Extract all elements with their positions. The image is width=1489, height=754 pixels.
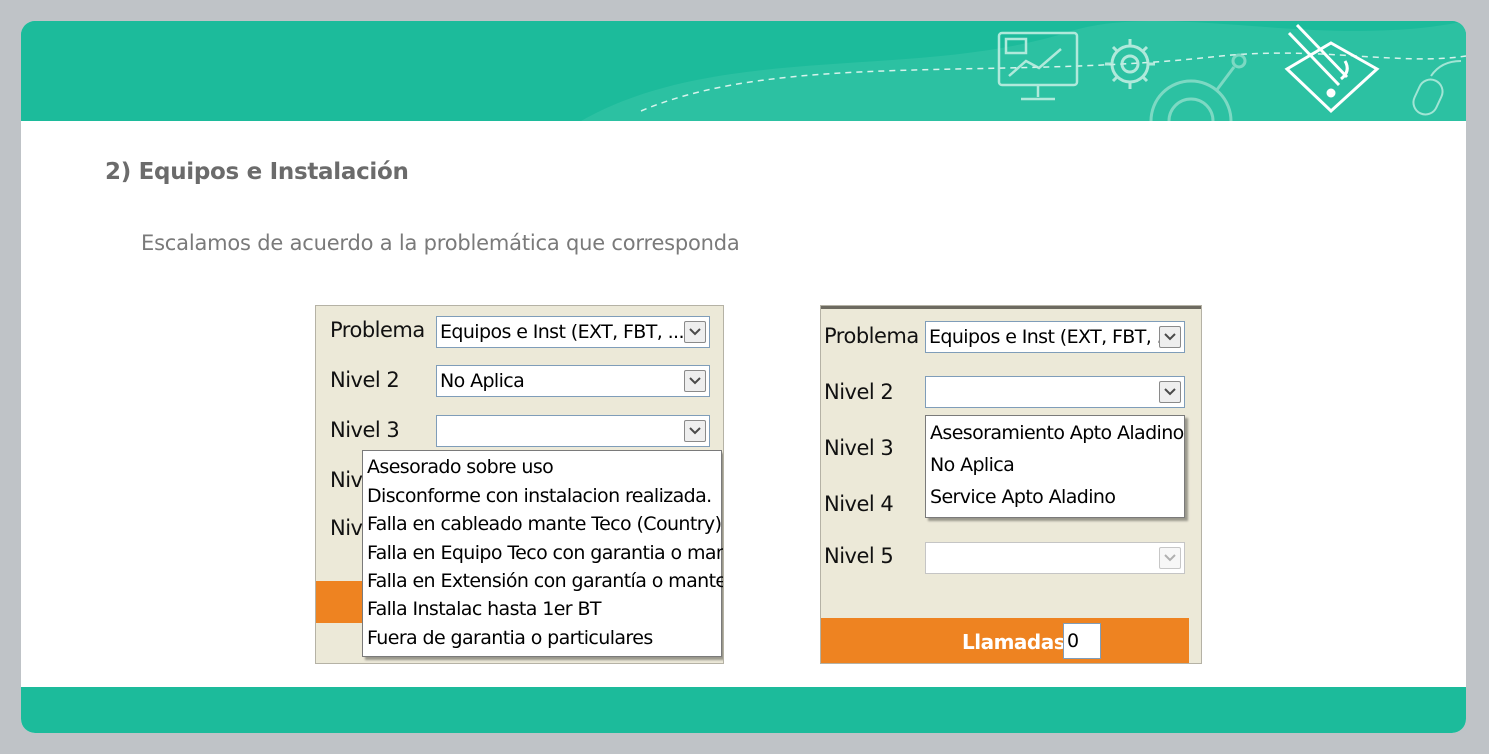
- section-description: Escalamos de acuerdo a la problemática q…: [141, 231, 740, 255]
- chevron-down-icon[interactable]: [1159, 326, 1181, 348]
- nivel2-value: No Aplica: [440, 370, 525, 392]
- header-banner: [21, 21, 1466, 121]
- llamadas-bar: [316, 581, 366, 623]
- chevron-down-icon[interactable]: [684, 420, 706, 442]
- problema-value: Equipos e Inst (EXT, FBT, ...: [440, 321, 685, 343]
- nivel3-label: Nivel 3: [824, 436, 894, 460]
- slide: 2) Equipos e Instalación Escalamos de ac…: [21, 21, 1466, 733]
- dropdown-option[interactable]: Falla en Extensión con garantía o mante: [367, 570, 723, 592]
- chevron-down-icon[interactable]: [1159, 547, 1181, 569]
- chevron-down-icon[interactable]: [1159, 381, 1181, 403]
- problema-select[interactable]: Equipos e Inst (EXT, FBT, ...: [436, 316, 710, 348]
- nivel5-select[interactable]: [925, 542, 1185, 574]
- dropdown-option[interactable]: Asesorado sobre uso: [367, 456, 554, 478]
- dropdown-option[interactable]: Falla en Equipo Teco con garantia o mant…: [367, 542, 723, 564]
- nivel3-label: Nivel 3: [330, 418, 400, 442]
- dropdown-option[interactable]: Fuera de garantia o particulares: [367, 627, 653, 649]
- right-form-screenshot: Problema Equipos e Inst (EXT, FBT, ... N…: [820, 305, 1202, 664]
- chevron-down-icon[interactable]: [684, 321, 706, 343]
- footer-banner: [21, 687, 1466, 733]
- dropdown-option[interactable]: Falla Instalac hasta 1er BT: [367, 598, 602, 620]
- nivel2-select[interactable]: No Aplica: [436, 365, 710, 397]
- section-title: 2) Equipos e Instalación: [105, 159, 409, 185]
- nivel2-label: Nivel 2: [824, 380, 894, 404]
- nivel4-label: Niv: [330, 468, 363, 492]
- nivel2-label: Nivel 2: [330, 368, 400, 392]
- nivel3-select[interactable]: [436, 415, 710, 447]
- llamadas-label: Llamadas: [962, 630, 1066, 654]
- chevron-down-icon[interactable]: [684, 370, 706, 392]
- problema-select[interactable]: Equipos e Inst (EXT, FBT, ...: [925, 321, 1185, 353]
- problema-value: Equipos e Inst (EXT, FBT, ...: [929, 326, 1174, 348]
- nivel3-dropdown-list: Asesorado sobre uso Disconforme con inst…: [362, 450, 723, 657]
- problema-label: Problema: [330, 318, 425, 342]
- problema-label: Problema: [824, 324, 919, 348]
- dropdown-option[interactable]: Service Apto Aladino: [930, 486, 1116, 508]
- nivel5-label: Niv: [330, 516, 363, 540]
- nivel4-label: Nivel 4: [824, 492, 894, 516]
- llamadas-input[interactable]: 0: [1063, 623, 1101, 659]
- dropdown-option[interactable]: Disconforme con instalacion realizada.: [367, 485, 712, 507]
- nivel2-dropdown-list: Asesoramiento Apto Aladino No Aplica Ser…: [925, 415, 1185, 518]
- left-form-screenshot: Problema Equipos e Inst (EXT, FBT, ... N…: [315, 305, 724, 664]
- dropdown-option[interactable]: Asesoramiento Apto Aladino: [930, 422, 1184, 444]
- llamadas-bar: Llamadas 0: [821, 618, 1189, 663]
- dropdown-option[interactable]: No Aplica: [930, 454, 1015, 476]
- dropdown-option[interactable]: Falla en cableado mante Teco (Country): [367, 513, 722, 535]
- nivel5-label: Nivel 5: [824, 544, 894, 568]
- panel-top-border: [821, 306, 1201, 309]
- nivel2-select[interactable]: [925, 376, 1185, 408]
